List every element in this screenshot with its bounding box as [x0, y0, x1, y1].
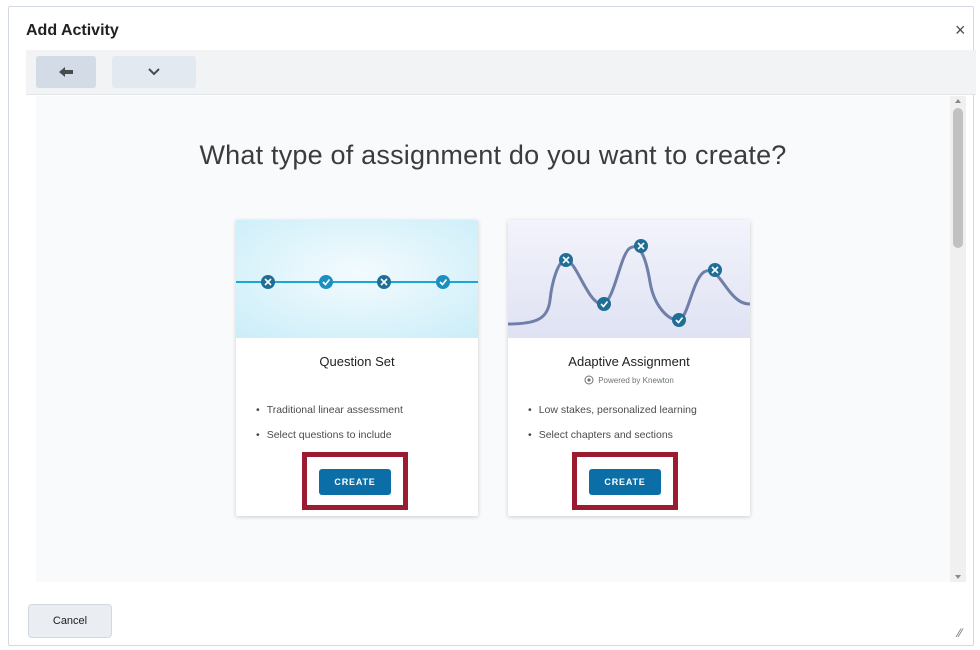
knewton-logo-icon — [584, 375, 594, 385]
list-item: Select questions to include — [256, 429, 403, 441]
scrollbar-thumb[interactable] — [953, 108, 963, 248]
scroll-down-icon[interactable] — [955, 575, 961, 579]
toolbar — [26, 50, 976, 95]
powered-by: Powered by Knewton — [508, 375, 750, 385]
create-adaptive-assignment-button[interactable]: CREATE — [589, 469, 661, 495]
vertical-scrollbar[interactable] — [950, 96, 966, 582]
check-node-icon — [597, 297, 611, 311]
arrow-left-icon — [59, 67, 73, 77]
highlight-box: CREATE — [572, 452, 678, 510]
x-node-icon — [377, 275, 391, 289]
adaptive-assignment-illustration — [508, 220, 750, 338]
x-node-icon — [261, 275, 275, 289]
question-set-card: Question Set Traditional linear assessme… — [236, 220, 478, 516]
card-title: Question Set — [319, 354, 395, 369]
list-item: Traditional linear assessment — [256, 404, 403, 416]
x-node-icon — [708, 263, 722, 277]
card-title: Adaptive Assignment — [568, 354, 690, 369]
chevron-down-icon — [148, 68, 160, 76]
feature-list: Traditional linear assessment Select que… — [256, 404, 403, 454]
x-node-icon — [634, 239, 648, 253]
powered-by-label: Powered by Knewton — [598, 375, 674, 385]
check-node-icon — [319, 275, 333, 289]
page-heading: What type of assignment do you want to c… — [199, 140, 787, 170]
check-node-icon — [672, 313, 686, 327]
cancel-button[interactable]: Cancel — [28, 604, 112, 638]
resize-handle-icon[interactable]: ⁄⁄ — [958, 626, 962, 640]
back-button[interactable] — [36, 56, 96, 88]
list-item: Low stakes, personalized learning — [528, 404, 697, 416]
close-icon[interactable]: × — [955, 20, 966, 41]
highlight-box: CREATE — [302, 452, 408, 510]
list-item: Select chapters and sections — [528, 429, 697, 441]
dialog-title: Add Activity — [26, 22, 119, 39]
feature-list: Low stakes, personalized learning Select… — [528, 404, 697, 454]
check-node-icon — [436, 275, 450, 289]
x-node-icon — [559, 253, 573, 267]
scroll-up-icon[interactable] — [955, 99, 961, 103]
adaptive-assignment-card: Adaptive Assignment Powered by Knewton L… — [508, 220, 750, 516]
more-options-button[interactable] — [112, 56, 196, 88]
question-set-illustration — [236, 220, 478, 338]
create-question-set-button[interactable]: CREATE — [319, 469, 391, 495]
content-scroll-area: What type of assignment do you want to c… — [36, 96, 950, 582]
